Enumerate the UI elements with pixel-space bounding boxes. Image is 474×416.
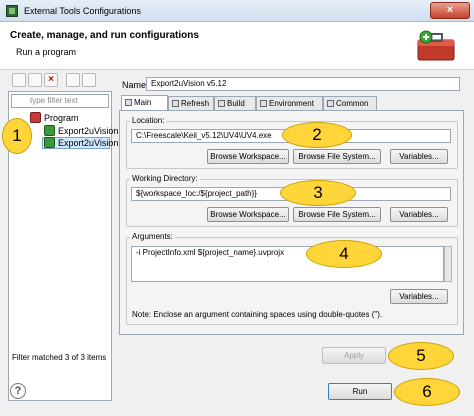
filter-input[interactable]: type filter text — [11, 94, 109, 108]
apply-button[interactable]: Apply — [322, 347, 386, 364]
name-input[interactable]: Export2uVision v5.12 — [146, 77, 460, 91]
tab-environment[interactable]: Environment — [256, 96, 323, 110]
refresh-icon — [172, 100, 179, 107]
app-icon — [6, 5, 18, 17]
program-icon — [30, 112, 41, 123]
callout-6: 6 — [394, 378, 460, 406]
run-button[interactable]: Run — [328, 383, 392, 400]
new-config-icon[interactable] — [12, 73, 26, 87]
tab-common[interactable]: Common — [323, 96, 377, 110]
tab-refresh[interactable]: Refresh — [168, 96, 214, 110]
tool-config-icon — [44, 137, 55, 148]
header-subtitle: Run a program — [16, 47, 77, 57]
delete-icon[interactable]: × — [44, 73, 58, 87]
working-dir-browse-workspace-button[interactable]: Browse Workspace... — [207, 207, 289, 222]
location-browse-workspace-button[interactable]: Browse Workspace... — [207, 149, 289, 164]
callout-3: 3 — [280, 180, 356, 206]
arguments-variables-button[interactable]: Variables... — [390, 289, 448, 304]
header-title: Create, manage, and run configurations — [10, 30, 199, 41]
tree-item-export2uvision[interactable]: Export2uVision — [58, 126, 118, 136]
location-label: Location: — [130, 116, 167, 125]
common-icon — [327, 100, 334, 107]
collapse-icon[interactable] — [66, 73, 80, 87]
callout-5: 5 — [388, 342, 454, 370]
filter-icon[interactable] — [82, 73, 96, 87]
tab-build[interactable]: Build — [214, 96, 256, 110]
arguments-scrollbar[interactable] — [444, 246, 452, 282]
close-button[interactable]: × — [430, 2, 470, 19]
location-browse-file-system-button[interactable]: Browse File System... — [293, 149, 381, 164]
name-label: Name: — [122, 80, 149, 90]
toolbox-icon — [417, 30, 455, 61]
filter-status: Filter matched 3 of 3 items — [12, 353, 107, 362]
working-dir-browse-file-system-button[interactable]: Browse File System... — [293, 207, 381, 222]
tool-config-icon — [44, 125, 55, 136]
arguments-label: Arguments: — [130, 232, 175, 241]
callout-2: 2 — [282, 122, 352, 148]
working-directory-label: Working Directory: — [130, 174, 200, 183]
duplicate-icon[interactable] — [28, 73, 42, 87]
arguments-note: Note: Enclose an argument containing spa… — [132, 310, 383, 319]
location-variables-button[interactable]: Variables... — [390, 149, 448, 164]
arguments-textarea[interactable]: -i ProjectInfo.xml ${project_name}.uvpro… — [131, 246, 444, 282]
callout-1: 1 — [2, 118, 32, 154]
main-tab-icon — [125, 99, 132, 106]
window-title: External Tools Configurations — [24, 6, 141, 16]
environment-icon — [260, 100, 267, 107]
callout-4: 4 — [306, 240, 382, 268]
tree-item-export2uvision-selected[interactable]: Export2uVision — [58, 138, 118, 148]
build-icon — [218, 100, 225, 107]
tree-item-program[interactable]: Program — [44, 113, 79, 123]
tab-main[interactable]: Main — [121, 95, 168, 111]
working-dir-variables-button[interactable]: Variables... — [390, 207, 448, 222]
help-icon[interactable]: ? — [10, 383, 26, 399]
